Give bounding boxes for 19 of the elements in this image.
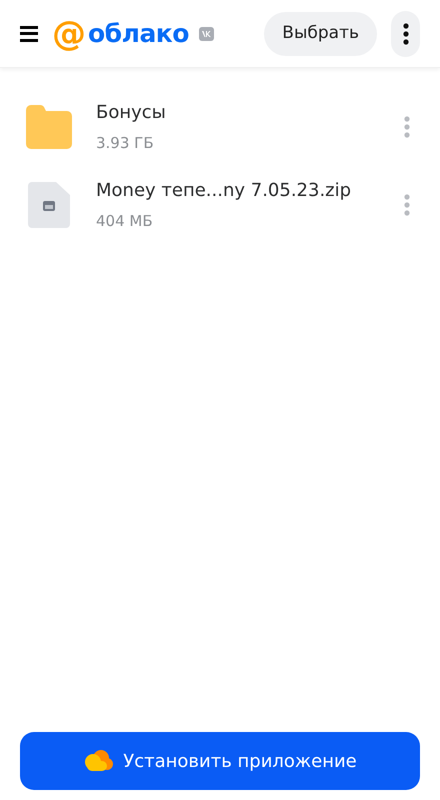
file-name: Money тепе...ny 7.05.23.zip (96, 179, 352, 204)
menu-icon[interactable] (20, 26, 38, 42)
more-icon (404, 194, 410, 216)
more-icon (404, 116, 410, 138)
vk-badge-icon (198, 26, 214, 40)
more-button[interactable] (391, 10, 420, 56)
file-row[interactable]: Бонусы 3.93 ГБ (0, 88, 440, 166)
install-app-button[interactable]: Установить приложение (20, 732, 420, 790)
folder-icon (26, 105, 72, 149)
file-icon (28, 182, 70, 228)
select-button[interactable]: Выбрать (264, 12, 377, 56)
file-size: 3.93 ГБ (96, 133, 155, 154)
file-name: Бонусы (96, 101, 167, 126)
file-row[interactable]: Money тепе...ny 7.05.23.zip 404 МБ (0, 166, 440, 244)
logo-text: облако (88, 21, 189, 46)
cloud-icon (83, 749, 114, 773)
logo-mark: @ (52, 16, 86, 50)
file-size: 404 МБ (96, 211, 154, 232)
more-icon (402, 22, 408, 44)
